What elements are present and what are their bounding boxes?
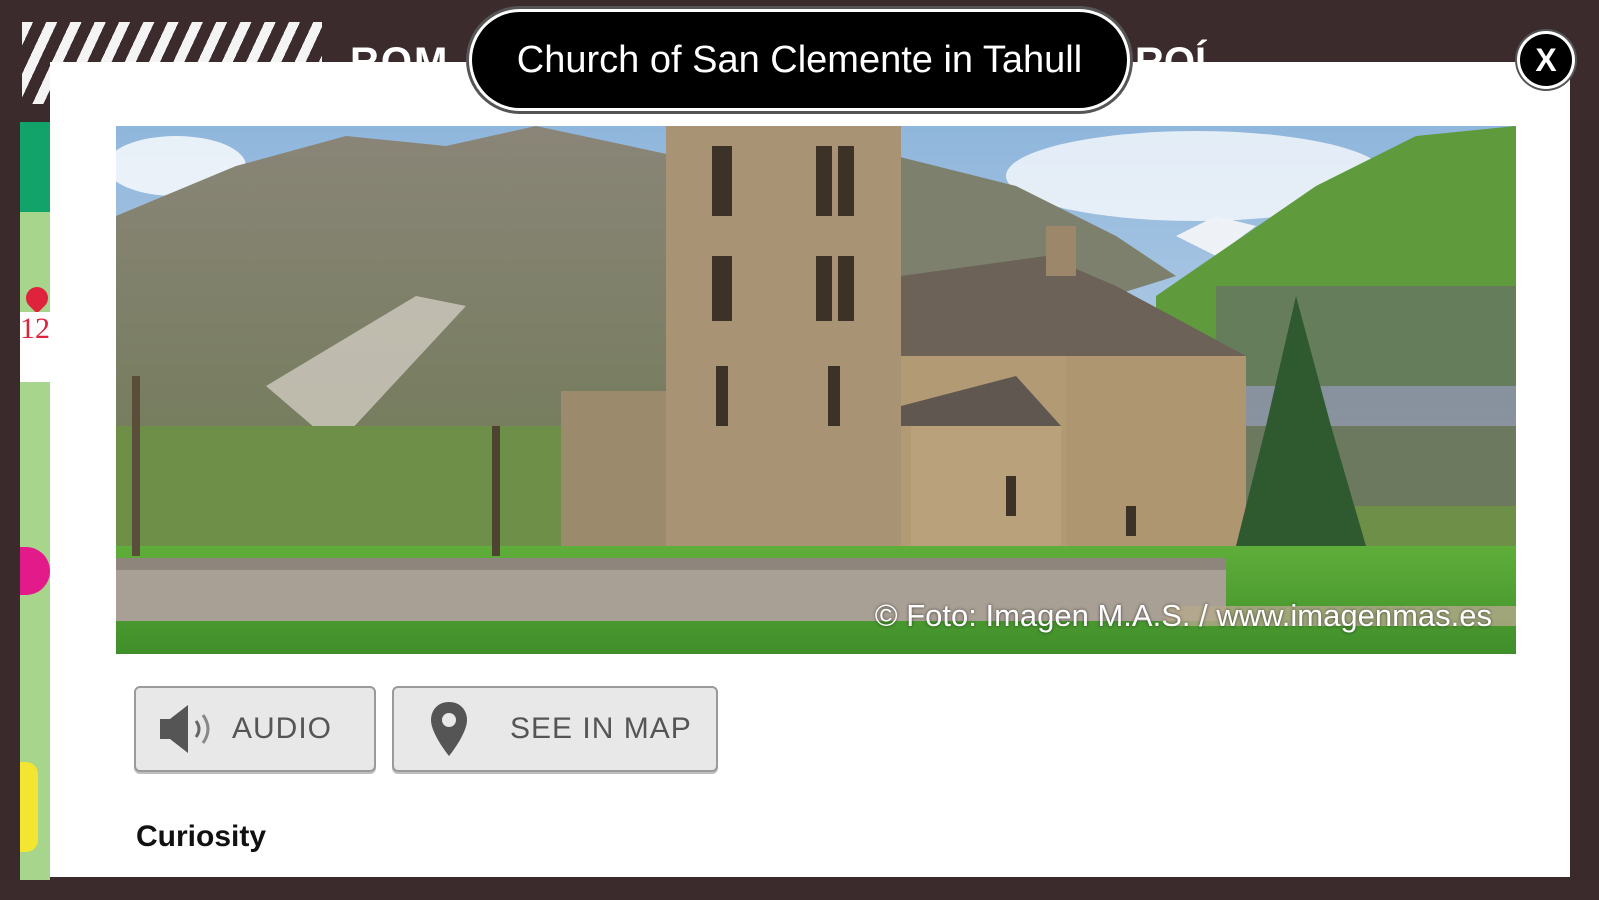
see-in-map-button[interactable]: SEE IN MAP bbox=[392, 686, 718, 772]
audio-button-label: AUDIO bbox=[232, 712, 333, 745]
church-photo-illustration bbox=[116, 126, 1516, 654]
map-marker-number: 12 bbox=[20, 312, 50, 382]
map-area-green bbox=[20, 122, 50, 212]
background-map-strip: 12 bbox=[20, 122, 53, 882]
curiosity-heading: Curiosity bbox=[136, 820, 267, 853]
map-shape-pink bbox=[20, 547, 50, 595]
photo-credit: © Foto: Imagen M.A.S. / www.imagenmas.es bbox=[874, 598, 1492, 633]
map-pin-icon bbox=[21, 282, 53, 314]
modal-title: Church of San Clemente in Tahull bbox=[472, 12, 1127, 108]
speaker-icon bbox=[146, 703, 232, 755]
map-marker-icon bbox=[412, 700, 486, 758]
background-footer bbox=[0, 880, 1599, 900]
close-button[interactable]: X bbox=[1520, 34, 1572, 86]
church-photo: © Foto: Imagen M.A.S. / www.imagenmas.es bbox=[116, 126, 1516, 654]
map-shape-yellow bbox=[20, 762, 38, 852]
see-in-map-button-label: SEE IN MAP bbox=[510, 712, 692, 745]
audio-button[interactable]: AUDIO bbox=[134, 686, 376, 772]
